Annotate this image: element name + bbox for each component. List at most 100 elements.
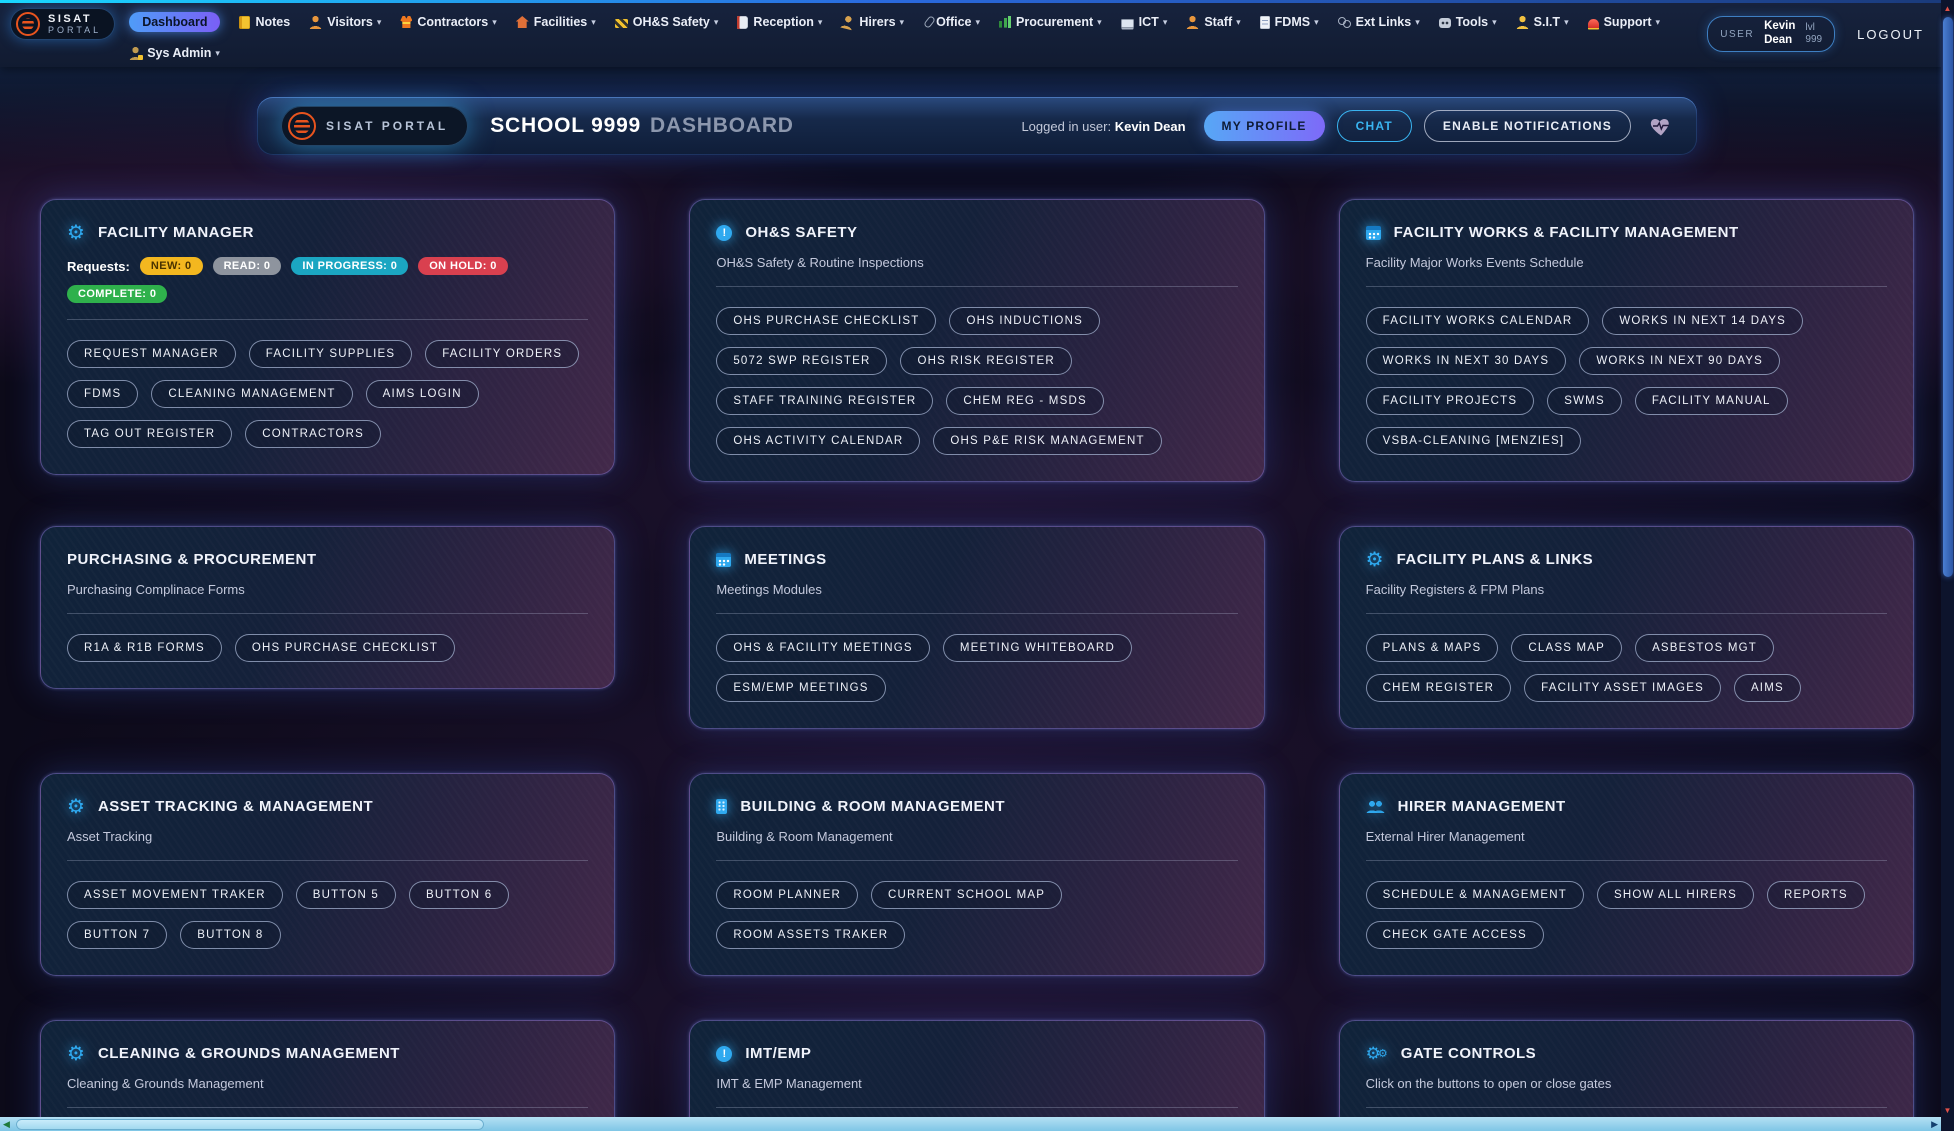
nav-item-label: Support <box>1604 15 1652 29</box>
nav-item-ext-links[interactable]: Ext Links▾ <box>1338 15 1420 29</box>
card-button-vsba-cleaning-menzies[interactable]: VSBA-CLEANING [MENZIES] <box>1366 427 1582 455</box>
sit-person-icon <box>1516 16 1529 29</box>
card-button-aims[interactable]: AIMS <box>1734 674 1801 702</box>
card-button-room-assets-traker[interactable]: ROOM ASSETS TRAKER <box>716 921 905 949</box>
nav-item-tools[interactable]: Tools▾ <box>1439 15 1497 29</box>
card-button-swms[interactable]: SWMS <box>1547 387 1622 415</box>
card-buttons: R1A & R1B FORMS OHS PURCHASE CHECKLIST <box>67 634 588 662</box>
nav-item-s-i-t[interactable]: S.I.T▾ <box>1516 15 1569 29</box>
card-button-facility-supplies[interactable]: FACILITY SUPPLIES <box>249 340 412 368</box>
nav-item-label: Dashboard <box>142 15 207 29</box>
card-divider <box>716 613 1237 614</box>
card-button-facility-asset-images[interactable]: FACILITY ASSET IMAGES <box>1524 674 1721 702</box>
card-button-aims-login[interactable]: AIMS LOGIN <box>366 380 479 408</box>
card-button-reports[interactable]: REPORTS <box>1767 881 1865 909</box>
header-brand-pill: SISAT PORTAL <box>281 106 468 146</box>
my-profile-button[interactable]: MY PROFILE <box>1204 111 1325 141</box>
card-purchasing-procurement: PURCHASING & PROCUREMENTPurchasing Compl… <box>40 526 615 689</box>
card-button-5072-swp-register[interactable]: 5072 SWP REGISTER <box>716 347 887 375</box>
card-button-ohs-facility-meetings[interactable]: OHS & FACILITY MEETINGS <box>716 634 929 662</box>
card-button-works-in-next-30-days[interactable]: WORKS IN NEXT 30 DAYS <box>1366 347 1567 375</box>
card-divider <box>67 613 588 614</box>
card-button-facility-orders[interactable]: FACILITY ORDERS <box>425 340 579 368</box>
nav-item-facilities[interactable]: Facilities▾ <box>516 15 596 29</box>
nav-item-sys-admin[interactable]: Sys Admin▾ <box>129 46 220 60</box>
card-button-schedule-management[interactable]: SCHEDULE & MANAGEMENT <box>1366 881 1584 909</box>
card-button-button-5[interactable]: BUTTON 5 <box>296 881 396 909</box>
card-buttons: OHS PURCHASE CHECKLIST OHS INDUCTIONS 5072… <box>716 307 1237 455</box>
heart-pulse-icon <box>1649 115 1673 137</box>
card-button-contractors[interactable]: CONTRACTORS <box>245 420 381 448</box>
card-button-plans-maps[interactable]: PLANS & MAPS <box>1366 634 1499 662</box>
requests-row: Requests:NEW: 0READ: 0IN PROGRESS: 0ON H… <box>67 257 588 303</box>
chat-button[interactable]: CHAT <box>1337 110 1412 142</box>
card-button-works-in-next-14-days[interactable]: WORKS IN NEXT 14 DAYS <box>1602 307 1803 335</box>
card-button-ohs-activity-calendar[interactable]: OHS ACTIVITY CALENDAR <box>716 427 920 455</box>
card-button-asbestos-mgt[interactable]: ASBESTOS MGT <box>1635 634 1774 662</box>
card-button-esm-emp-meetings[interactable]: ESM/EMP MEETINGS <box>716 674 885 702</box>
nav-item-reception[interactable]: Reception▾ <box>737 15 822 29</box>
card-button-fdms[interactable]: FDMS <box>67 380 138 408</box>
notebook-icon <box>239 16 250 29</box>
card-button-meeting-whiteboard[interactable]: MEETING WHITEBOARD <box>943 634 1132 662</box>
card-button-tag-out-register[interactable]: TAG OUT REGISTER <box>67 420 232 448</box>
user-pill[interactable]: USER Kevin Dean lvl 999 <box>1707 16 1835 52</box>
card-button-works-in-next-90-days[interactable]: WORKS IN NEXT 90 DAYS <box>1579 347 1780 375</box>
document-icon <box>1260 16 1270 29</box>
card-button-ohs-p-e-risk-management[interactable]: OHS P&E RISK MANAGEMENT <box>933 427 1161 455</box>
nav-item-visitors[interactable]: Visitors▾ <box>309 15 381 29</box>
card-subtitle: Asset Tracking <box>67 829 588 844</box>
nav-item-dashboard[interactable]: Dashboard <box>129 12 220 32</box>
scroll-down-arrow[interactable]: ▼ <box>1941 1103 1954 1118</box>
horizontal-scrollbar[interactable]: ◀ ▶ <box>0 1117 1941 1131</box>
card-button-current-school-map[interactable]: CURRENT SCHOOL MAP <box>871 881 1062 909</box>
card-button-ohs-purchase-checklist[interactable]: OHS PURCHASE CHECKLIST <box>716 307 936 335</box>
chevron-down-icon: ▾ <box>818 17 823 28</box>
card-button-cleaning-management[interactable]: CLEANING MANAGEMENT <box>151 380 352 408</box>
nav-item-office[interactable]: Office▾ <box>923 15 980 29</box>
scroll-right-arrow[interactable]: ▶ <box>1931 1117 1938 1131</box>
nav-item-contractors[interactable]: Contractors▾ <box>400 15 496 29</box>
sisat-logo-icon <box>288 112 316 140</box>
card-button-asset-movement-traker[interactable]: ASSET MOVEMENT TRAKER <box>67 881 283 909</box>
nav-item-staff[interactable]: Staff▾ <box>1186 15 1240 29</box>
card-button-button-8[interactable]: BUTTON 8 <box>180 921 280 949</box>
card-button-staff-training-register[interactable]: STAFF TRAINING REGISTER <box>716 387 933 415</box>
nav-item-notes[interactable]: Notes <box>239 15 290 29</box>
card-buttons: SCHEDULE & MANAGEMENT SHOW ALL HIRERS REPO… <box>1366 881 1887 949</box>
card-button-class-map[interactable]: CLASS MAP <box>1511 634 1622 662</box>
nav-item-procurement[interactable]: Procurement▾ <box>999 15 1102 29</box>
vertical-scroll-thumb[interactable] <box>1943 17 1953 577</box>
nav-item-ict[interactable]: ICT▾ <box>1121 15 1168 29</box>
card-button-room-planner[interactable]: ROOM PLANNER <box>716 881 858 909</box>
card-button-check-gate-access[interactable]: CHECK GATE ACCESS <box>1366 921 1544 949</box>
chevron-down-icon: ▾ <box>900 17 905 28</box>
nav-item-support[interactable]: Support▾ <box>1588 15 1660 29</box>
card-button-chem-register[interactable]: CHEM REGISTER <box>1366 674 1511 702</box>
card-button-ohs-purchase-checklist[interactable]: OHS PURCHASE CHECKLIST <box>235 634 455 662</box>
card-button-chem-reg-msds[interactable]: CHEM REG - MSDS <box>946 387 1103 415</box>
card-button-r1a-r1b-forms[interactable]: R1A & R1B FORMS <box>67 634 222 662</box>
vertical-scrollbar[interactable]: ▲ ▼ <box>1941 0 1954 1118</box>
scroll-up-arrow[interactable]: ▲ <box>1941 1 1954 16</box>
chevron-down-icon: ▾ <box>492 17 497 28</box>
horizontal-scroll-thumb[interactable] <box>16 1119 484 1130</box>
card-button-button-6[interactable]: BUTTON 6 <box>409 881 509 909</box>
scroll-left-arrow[interactable]: ◀ <box>3 1117 10 1131</box>
card-button-ohs-inductions[interactable]: OHS INDUCTIONS <box>949 307 1099 335</box>
chevron-down-icon: ▾ <box>1236 17 1241 28</box>
card-button-request-manager[interactable]: REQUEST MANAGER <box>67 340 236 368</box>
enable-notifications-button[interactable]: ENABLE NOTIFICATIONS <box>1424 110 1631 142</box>
card-button-facility-manual[interactable]: FACILITY MANUAL <box>1635 387 1788 415</box>
card-button-facility-projects[interactable]: FACILITY PROJECTS <box>1366 387 1535 415</box>
logout-button[interactable]: LOGOUT <box>1857 27 1924 42</box>
card-button-button-7[interactable]: BUTTON 7 <box>67 921 167 949</box>
sisat-brand-pill[interactable]: SISAT PORTAL <box>10 8 115 40</box>
card-button-show-all-hirers[interactable]: SHOW ALL HIRERS <box>1597 881 1754 909</box>
card-subtitle: External Hirer Management <box>1366 829 1887 844</box>
nav-item-oh-s-safety[interactable]: OH&S Safety▾ <box>615 15 719 29</box>
nav-item-fdms[interactable]: FDMS▾ <box>1260 15 1319 29</box>
nav-item-hirers[interactable]: Hirers▾ <box>841 15 904 29</box>
card-button-ohs-risk-register[interactable]: OHS RISK REGISTER <box>900 347 1071 375</box>
card-button-facility-works-calendar[interactable]: FACILITY WORKS CALENDAR <box>1366 307 1590 335</box>
